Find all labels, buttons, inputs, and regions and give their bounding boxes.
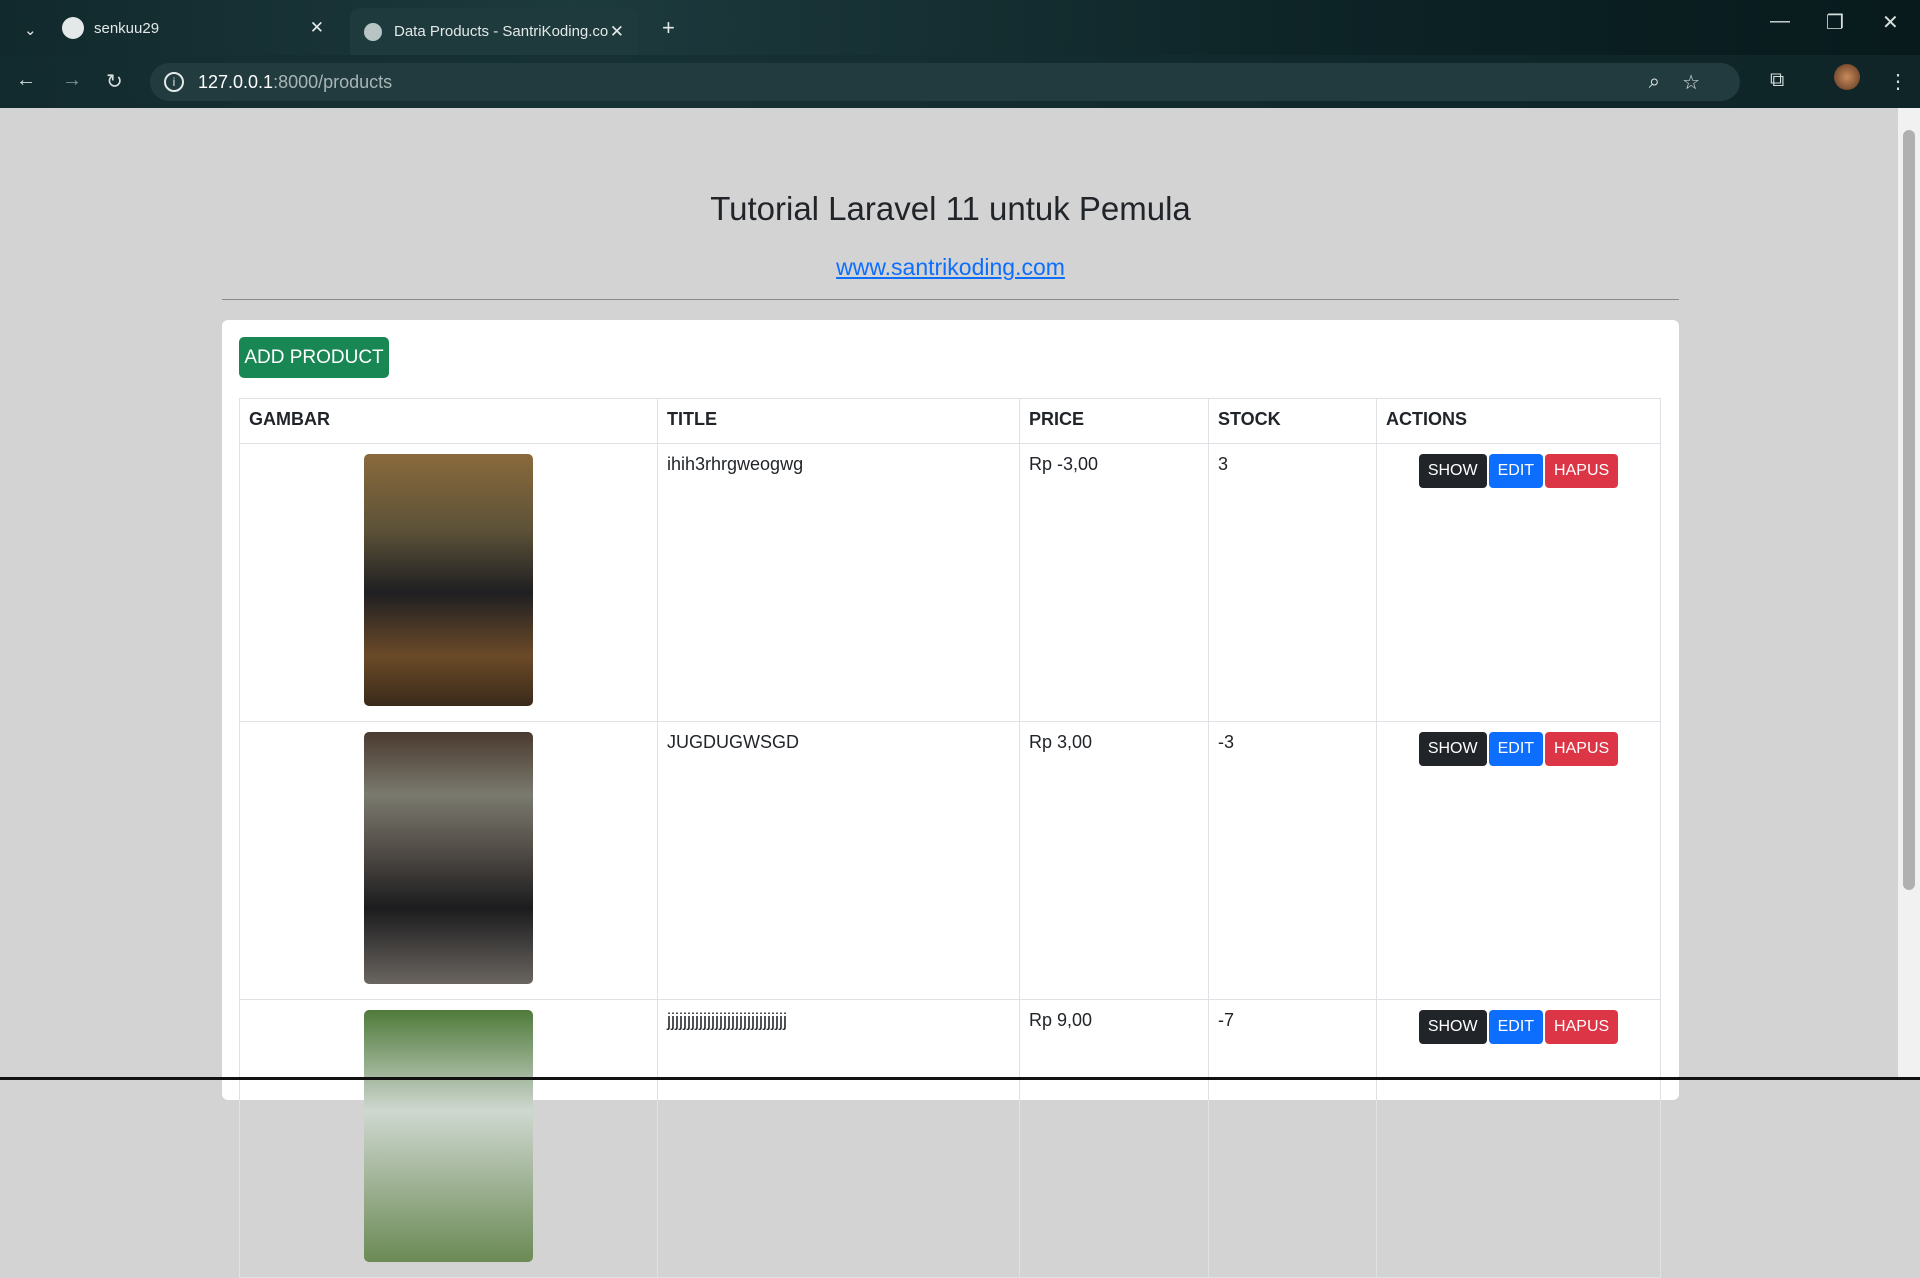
delete-button[interactable]: HAPUS: [1545, 454, 1619, 488]
divider: [222, 299, 1679, 300]
minimize-icon[interactable]: —: [1770, 10, 1790, 33]
col-stock: STOCK: [1208, 398, 1377, 444]
menu-icon[interactable]: ⋮: [1888, 69, 1908, 94]
address-bar[interactable]: i 127.0.0.1:8000/products ⌕ ☆: [150, 63, 1740, 101]
tab-senkuu29[interactable]: senkuu29 ✕: [48, 8, 338, 48]
edit-button[interactable]: EDIT: [1488, 454, 1544, 488]
profile-avatar[interactable]: [1834, 64, 1860, 90]
close-tab-icon[interactable]: ✕: [310, 18, 324, 38]
url-host: 127.0.0.1: [198, 71, 274, 92]
reload-icon[interactable]: ↻: [106, 69, 123, 94]
page-title: Tutorial Laravel 11 untuk Pemula: [710, 190, 1191, 227]
product-price: Rp 3,00: [1019, 721, 1209, 1000]
product-stock: 3: [1208, 443, 1377, 722]
product-title: JUGDUGWSGD: [657, 721, 1020, 1000]
products-table: GAMBAR TITLE PRICE STOCK ACTIONS ihih3rh…: [239, 398, 1661, 1278]
scrollbar[interactable]: [1898, 108, 1920, 1078]
bookmark-star-icon[interactable]: ☆: [1682, 70, 1700, 95]
col-price: PRICE: [1019, 398, 1209, 444]
close-window-icon[interactable]: ✕: [1882, 10, 1899, 35]
site-link[interactable]: www.santrikoding.com: [836, 254, 1065, 280]
github-icon: [62, 17, 84, 39]
forward-icon[interactable]: →: [62, 69, 82, 92]
product-title: jjjjjjjjjjjjjjjjjjjjjjjjjjjjjj: [657, 999, 1020, 1278]
delete-button[interactable]: HAPUS: [1545, 732, 1619, 766]
edit-button[interactable]: EDIT: [1488, 732, 1544, 766]
table-row: JUGDUGWSGD Rp 3,00 -3 SHOW EDIT HAPUS: [239, 721, 1661, 1000]
product-image: [364, 454, 533, 706]
product-image: [364, 1010, 533, 1262]
show-button[interactable]: SHOW: [1418, 732, 1487, 766]
new-tab-button[interactable]: +: [648, 8, 689, 48]
restore-icon[interactable]: ❐: [1826, 10, 1844, 35]
globe-icon: [364, 22, 382, 41]
edit-button[interactable]: EDIT: [1488, 1010, 1544, 1044]
tab-data-products[interactable]: Data Products - SantriKoding.co ✕: [350, 8, 638, 55]
table-row: ihih3rhrgweogwg Rp -3,00 3 SHOW EDIT HAPUS: [239, 443, 1661, 722]
product-stock: -7: [1208, 999, 1377, 1278]
back-icon[interactable]: ←: [16, 69, 36, 92]
product-image: [364, 732, 533, 984]
tab-title: Data Products - SantriKoding.co: [394, 23, 609, 40]
show-button[interactable]: SHOW: [1418, 454, 1487, 488]
chevron-down-icon: ⌄: [24, 22, 37, 39]
site-info-icon[interactable]: i: [164, 72, 184, 92]
tab-search-button[interactable]: ⌄: [10, 10, 40, 50]
url-path: :8000/products: [273, 71, 393, 92]
close-tab-icon[interactable]: ✕: [610, 22, 624, 42]
add-product-button[interactable]: ADD PRODUCT: [239, 337, 389, 378]
extensions-icon[interactable]: ⧉: [1770, 69, 1784, 92]
table-row: jjjjjjjjjjjjjjjjjjjjjjjjjjjjjj Rp 9,00 -…: [239, 999, 1661, 1278]
products-card: ADD PRODUCT GAMBAR TITLE PRICE STOCK ACT…: [222, 320, 1679, 1278]
zoom-icon[interactable]: ⌕: [1649, 71, 1660, 94]
tab-title: senkuu29: [94, 19, 160, 37]
product-price: Rp -3,00: [1019, 443, 1209, 722]
product-stock: -3: [1208, 721, 1377, 1000]
product-price: Rp 9,00: [1019, 999, 1209, 1278]
browser-chrome: ⌄ senkuu29 ✕ Data Products - SantriKodin…: [0, 0, 1920, 108]
col-actions: ACTIONS: [1376, 398, 1661, 444]
col-title: TITLE: [657, 398, 1020, 444]
col-gambar: GAMBAR: [239, 398, 658, 444]
product-title: ihih3rhrgweogwg: [657, 443, 1020, 722]
scrollbar-thumb[interactable]: [1903, 130, 1915, 890]
delete-button[interactable]: HAPUS: [1545, 1010, 1619, 1044]
show-button[interactable]: SHOW: [1418, 1010, 1487, 1044]
